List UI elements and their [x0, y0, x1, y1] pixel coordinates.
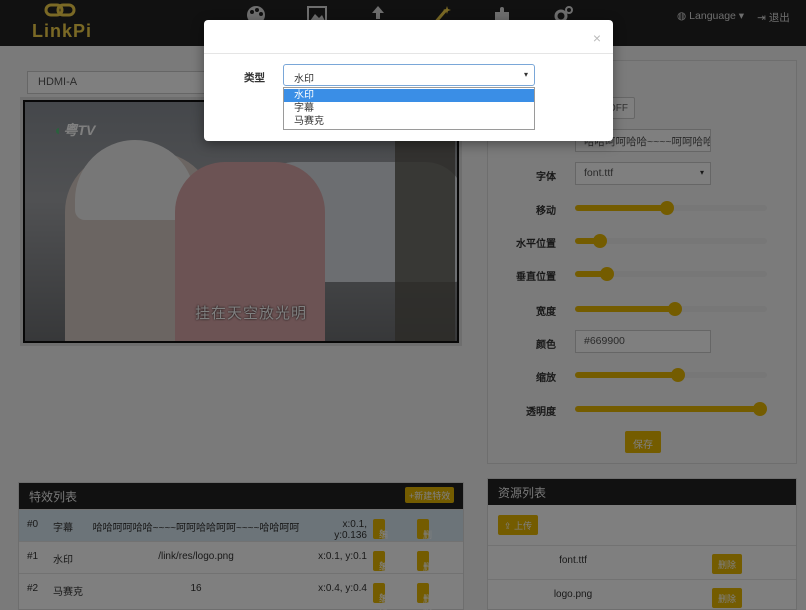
type-select-value: 水印 — [294, 74, 314, 85]
type-label: 类型 — [244, 72, 265, 84]
close-icon[interactable]: × — [593, 30, 601, 46]
option-subtitle[interactable]: 字幕 — [284, 102, 534, 115]
chevron-down-icon: ▾ — [523, 70, 528, 79]
new-effect-modal: × 类型 水印 ▾ 水印 字幕 马赛克 — [204, 20, 613, 141]
option-watermark[interactable]: 水印 — [284, 89, 534, 102]
type-select[interactable]: 水印 ▾ — [283, 64, 535, 86]
modal-divider — [204, 53, 613, 54]
type-options-list: 水印 字幕 马赛克 — [283, 87, 535, 130]
option-mosaic[interactable]: 马赛克 — [284, 115, 534, 128]
